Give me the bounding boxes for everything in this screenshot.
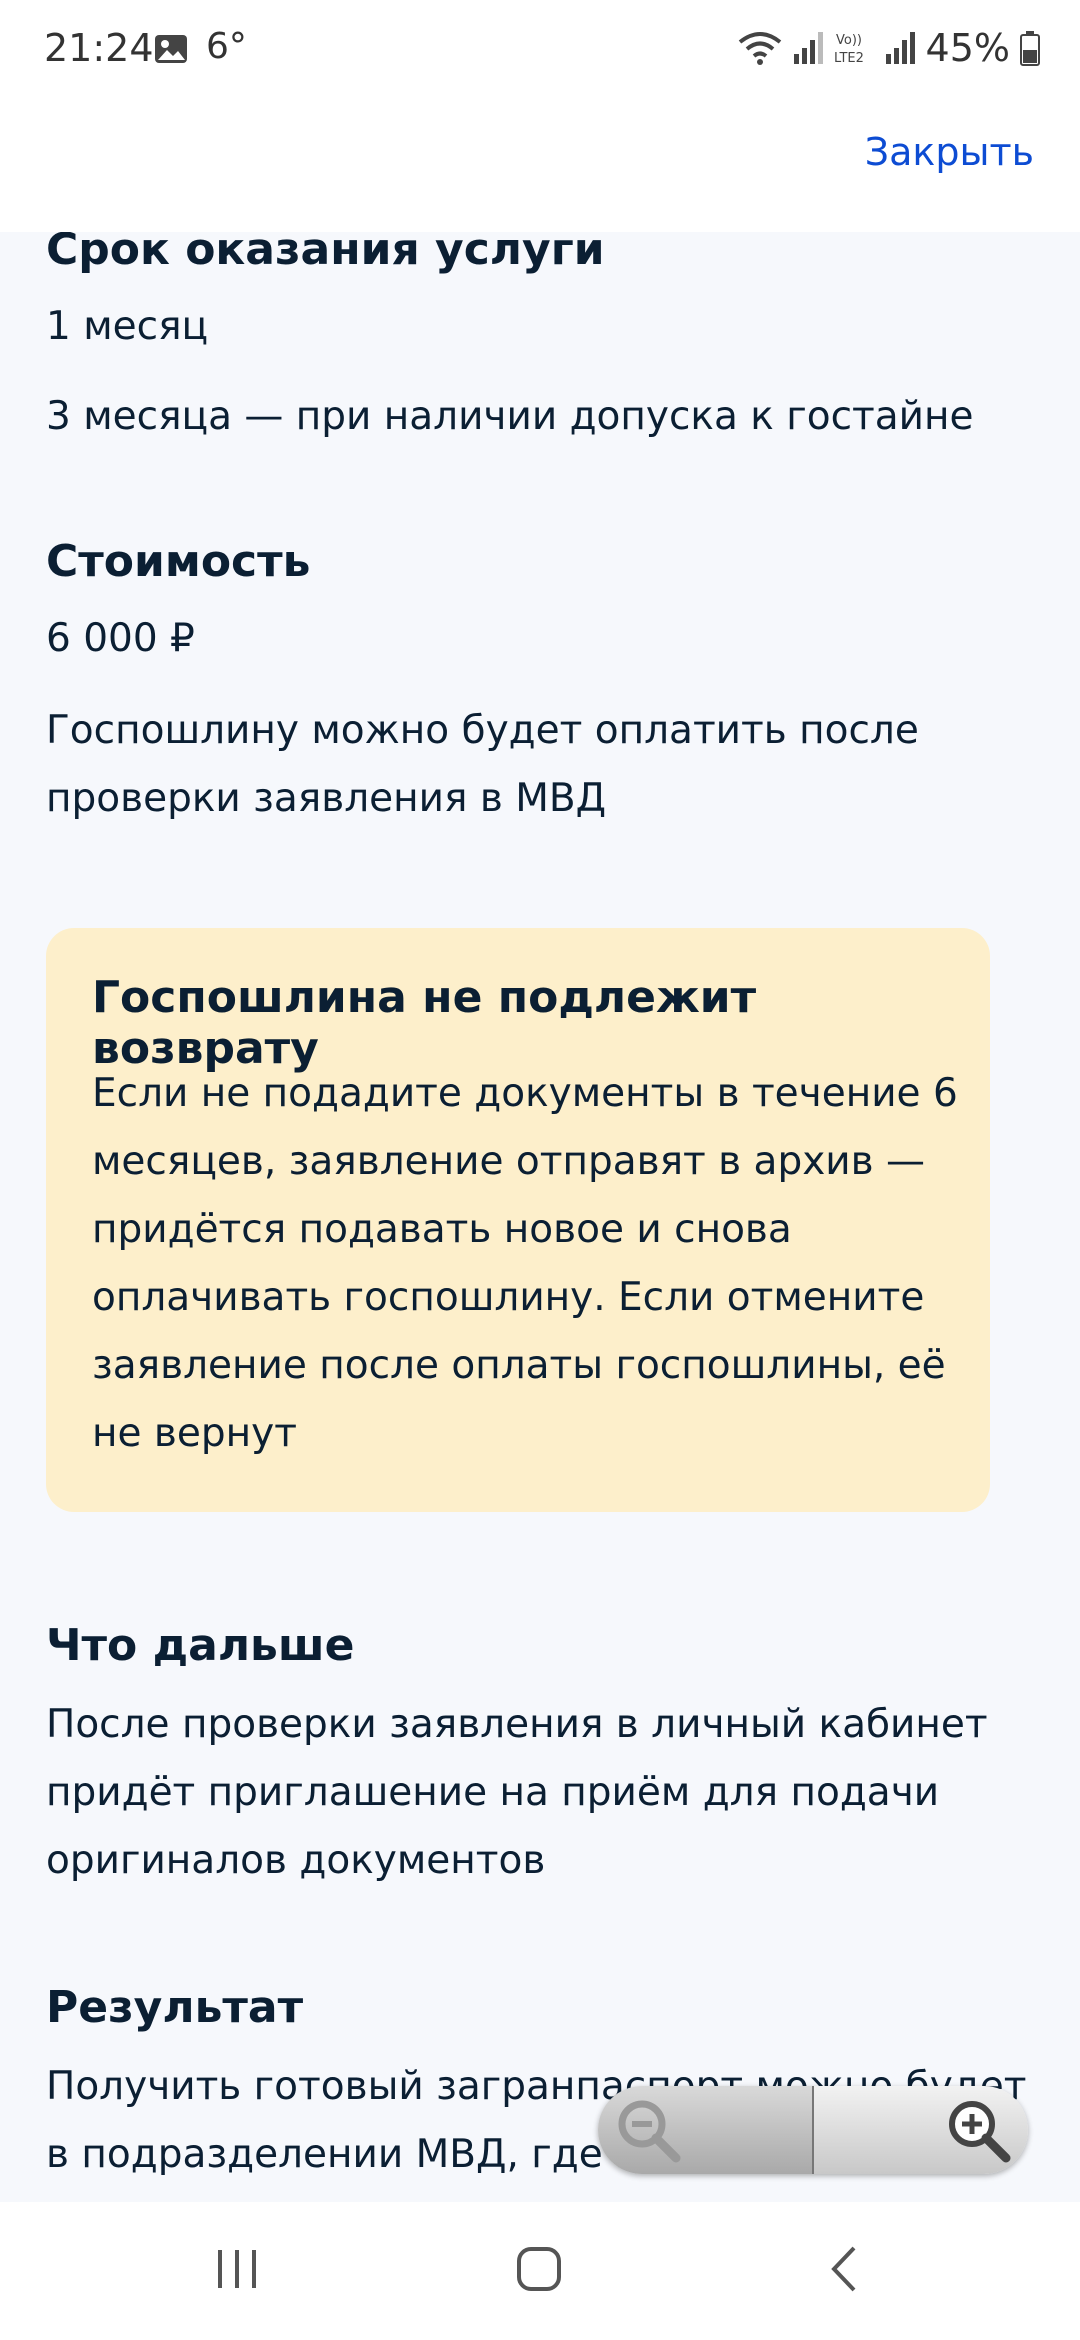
svg-text:LTE2: LTE2 — [834, 51, 864, 66]
home-icon[interactable] — [514, 2244, 564, 2294]
cost-title: Стоимость — [46, 536, 311, 587]
term-line-1: 1 месяц — [46, 304, 209, 349]
volte-icon: Vo)) LTE2 — [834, 33, 864, 66]
status-icons: Vo)) LTE2 45% — [738, 26, 1040, 70]
next-section: Что дальше После проверки заявления в ли… — [46, 1618, 1036, 1895]
battery-percent: 45% — [925, 26, 1010, 70]
next-text: После проверки заявления в личный кабине… — [46, 1702, 988, 1883]
photo-icon — [155, 35, 187, 63]
term-section: Срок оказания услуги 1 месяц 3 месяца — … — [46, 232, 1036, 451]
wifi-icon — [738, 32, 781, 65]
cost-note: Госпошлину можно будет оплатить после пр… — [46, 708, 919, 821]
cost-section: Стоимость 6 000 ₽ Госпошлину можно будет… — [46, 534, 1036, 833]
signal-icon — [885, 32, 915, 64]
zoom-out-button[interactable] — [598, 2086, 812, 2174]
status-bar: 21:24 6° Vo)) LTE2 45% — [0, 0, 1080, 100]
back-icon[interactable] — [820, 2244, 870, 2294]
next-title: Что дальше — [46, 1620, 355, 1671]
header: Закрыть — [0, 100, 1080, 232]
warning-title: Госпошлина не подлежит возврату — [92, 972, 757, 1074]
recent-apps-icon[interactable] — [212, 2244, 262, 2294]
result-title: Результат — [46, 1982, 304, 2033]
term-title: Срок оказания услуги — [46, 232, 605, 275]
signal-icon — [793, 32, 823, 64]
svg-text:Vo)): Vo)) — [836, 33, 862, 48]
scroll-content[interactable]: Срок оказания услуги 1 месяц 3 месяца — … — [0, 232, 1080, 2202]
cost-amount: 6 000 ₽ — [46, 616, 195, 661]
navigation-bar — [0, 2202, 1080, 2340]
term-line-2: 3 месяца — при наличии допуска к гостайн… — [46, 394, 974, 439]
battery-icon — [1020, 31, 1040, 66]
warning-text: Если не подадите документы в течение 6 м… — [92, 1071, 958, 1456]
status-temperature: 6° — [206, 26, 247, 67]
zoom-in-icon — [949, 2101, 1011, 2163]
zoom-out-icon — [618, 2100, 681, 2163]
close-button[interactable]: Закрыть — [865, 130, 1034, 174]
warning-card: Госпошлина не подлежит возврату Если не … — [46, 928, 990, 1512]
zoom-control — [598, 2086, 1028, 2174]
status-time: 21:24 — [44, 26, 154, 70]
zoom-in-button[interactable] — [812, 2086, 1028, 2174]
